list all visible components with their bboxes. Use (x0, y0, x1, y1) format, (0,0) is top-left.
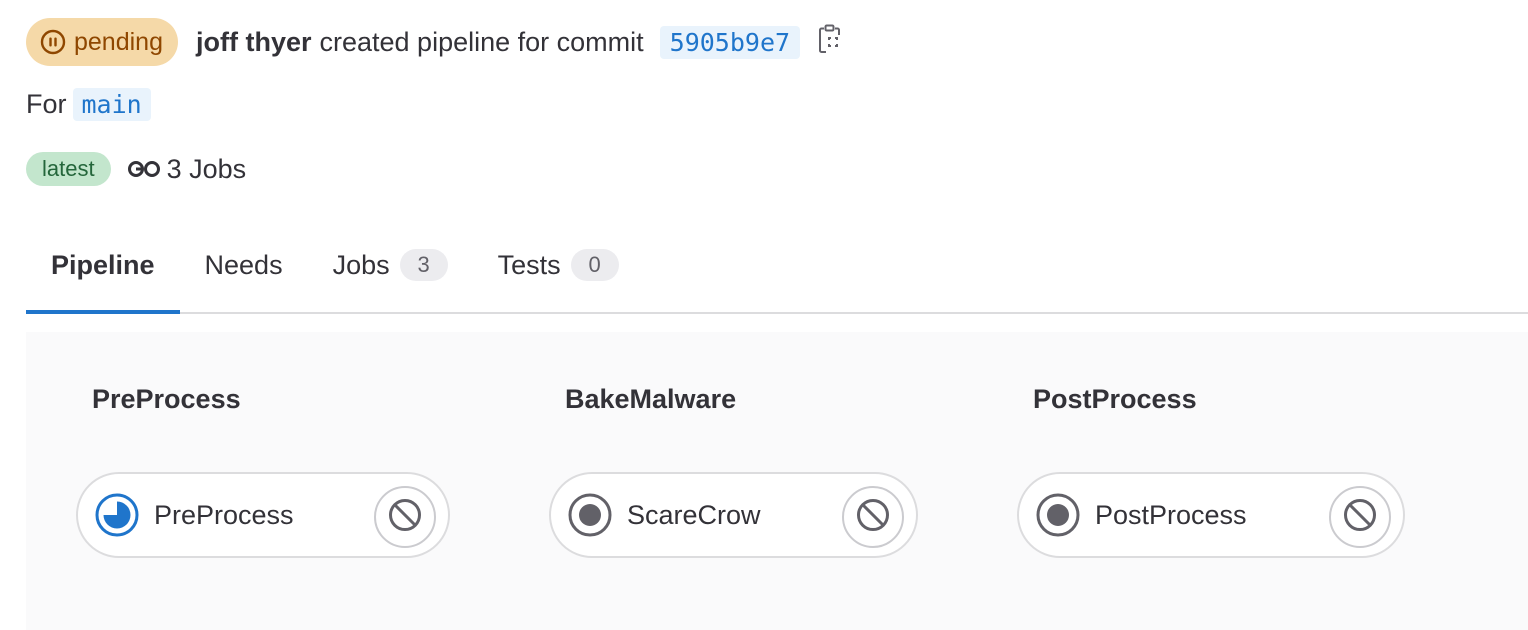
ref-row: For main (26, 88, 151, 121)
cancel-job-button[interactable] (374, 486, 436, 548)
job-pill[interactable]: PostProcess (1017, 472, 1405, 558)
tab-tests[interactable]: Tests 0 (473, 218, 644, 312)
job-pill[interactable]: PreProcess (76, 472, 450, 558)
pipeline-header: pending joff thyer created pipeline for … (26, 18, 842, 66)
cancel-icon (855, 497, 891, 538)
pause-icon (40, 29, 66, 55)
pending-icon (1035, 492, 1081, 538)
tab-count-badge: 3 (399, 249, 448, 281)
clipboard-icon (818, 24, 842, 61)
stage-title: BakeMalware (565, 384, 737, 414)
jobs-count-label: 3 Jobs (166, 153, 247, 184)
tab-label: Pipeline (51, 249, 155, 280)
pipeline-graph: PreProcess PreProcess BakeMalware ScareC… (26, 332, 1528, 630)
pending-icon (567, 492, 613, 538)
status-label: pending (74, 27, 163, 56)
cancel-job-button[interactable] (1329, 486, 1391, 548)
commit-sha-link[interactable]: 5905b9e7 (659, 25, 801, 59)
tab-label: Needs (204, 249, 283, 280)
copy-commit-button[interactable] (818, 24, 842, 61)
tab-pipeline[interactable]: Pipeline (26, 218, 180, 314)
tab-label: Jobs (332, 249, 390, 280)
tab-needs[interactable]: Needs (180, 218, 308, 312)
cancel-job-button[interactable] (842, 486, 904, 548)
cancel-icon (1342, 497, 1378, 538)
stage-title: PostProcess (1033, 384, 1197, 414)
pipeline-icon (127, 158, 161, 180)
status-badge[interactable]: pending (26, 18, 178, 66)
cancel-icon (387, 497, 423, 538)
branch-link[interactable]: main (72, 88, 151, 121)
author-link[interactable]: joff thyer (196, 27, 312, 58)
created-text: created pipeline for commit (319, 26, 644, 57)
tab-jobs[interactable]: Jobs 3 (308, 218, 473, 312)
running-icon (94, 492, 140, 538)
latest-badge: latest (26, 152, 111, 186)
ref-prefix: For (26, 89, 67, 119)
tab-count-badge: 0 (570, 249, 619, 281)
tab-label: Tests (497, 249, 561, 280)
jobs-count: 3 Jobs (127, 153, 247, 185)
pipeline-tabs: Pipeline Needs Jobs 3 Tests 0 (26, 218, 1528, 314)
meta-row: latest 3 Jobs (26, 152, 246, 186)
job-pill[interactable]: ScareCrow (549, 472, 918, 558)
stage-title: PreProcess (92, 384, 241, 414)
